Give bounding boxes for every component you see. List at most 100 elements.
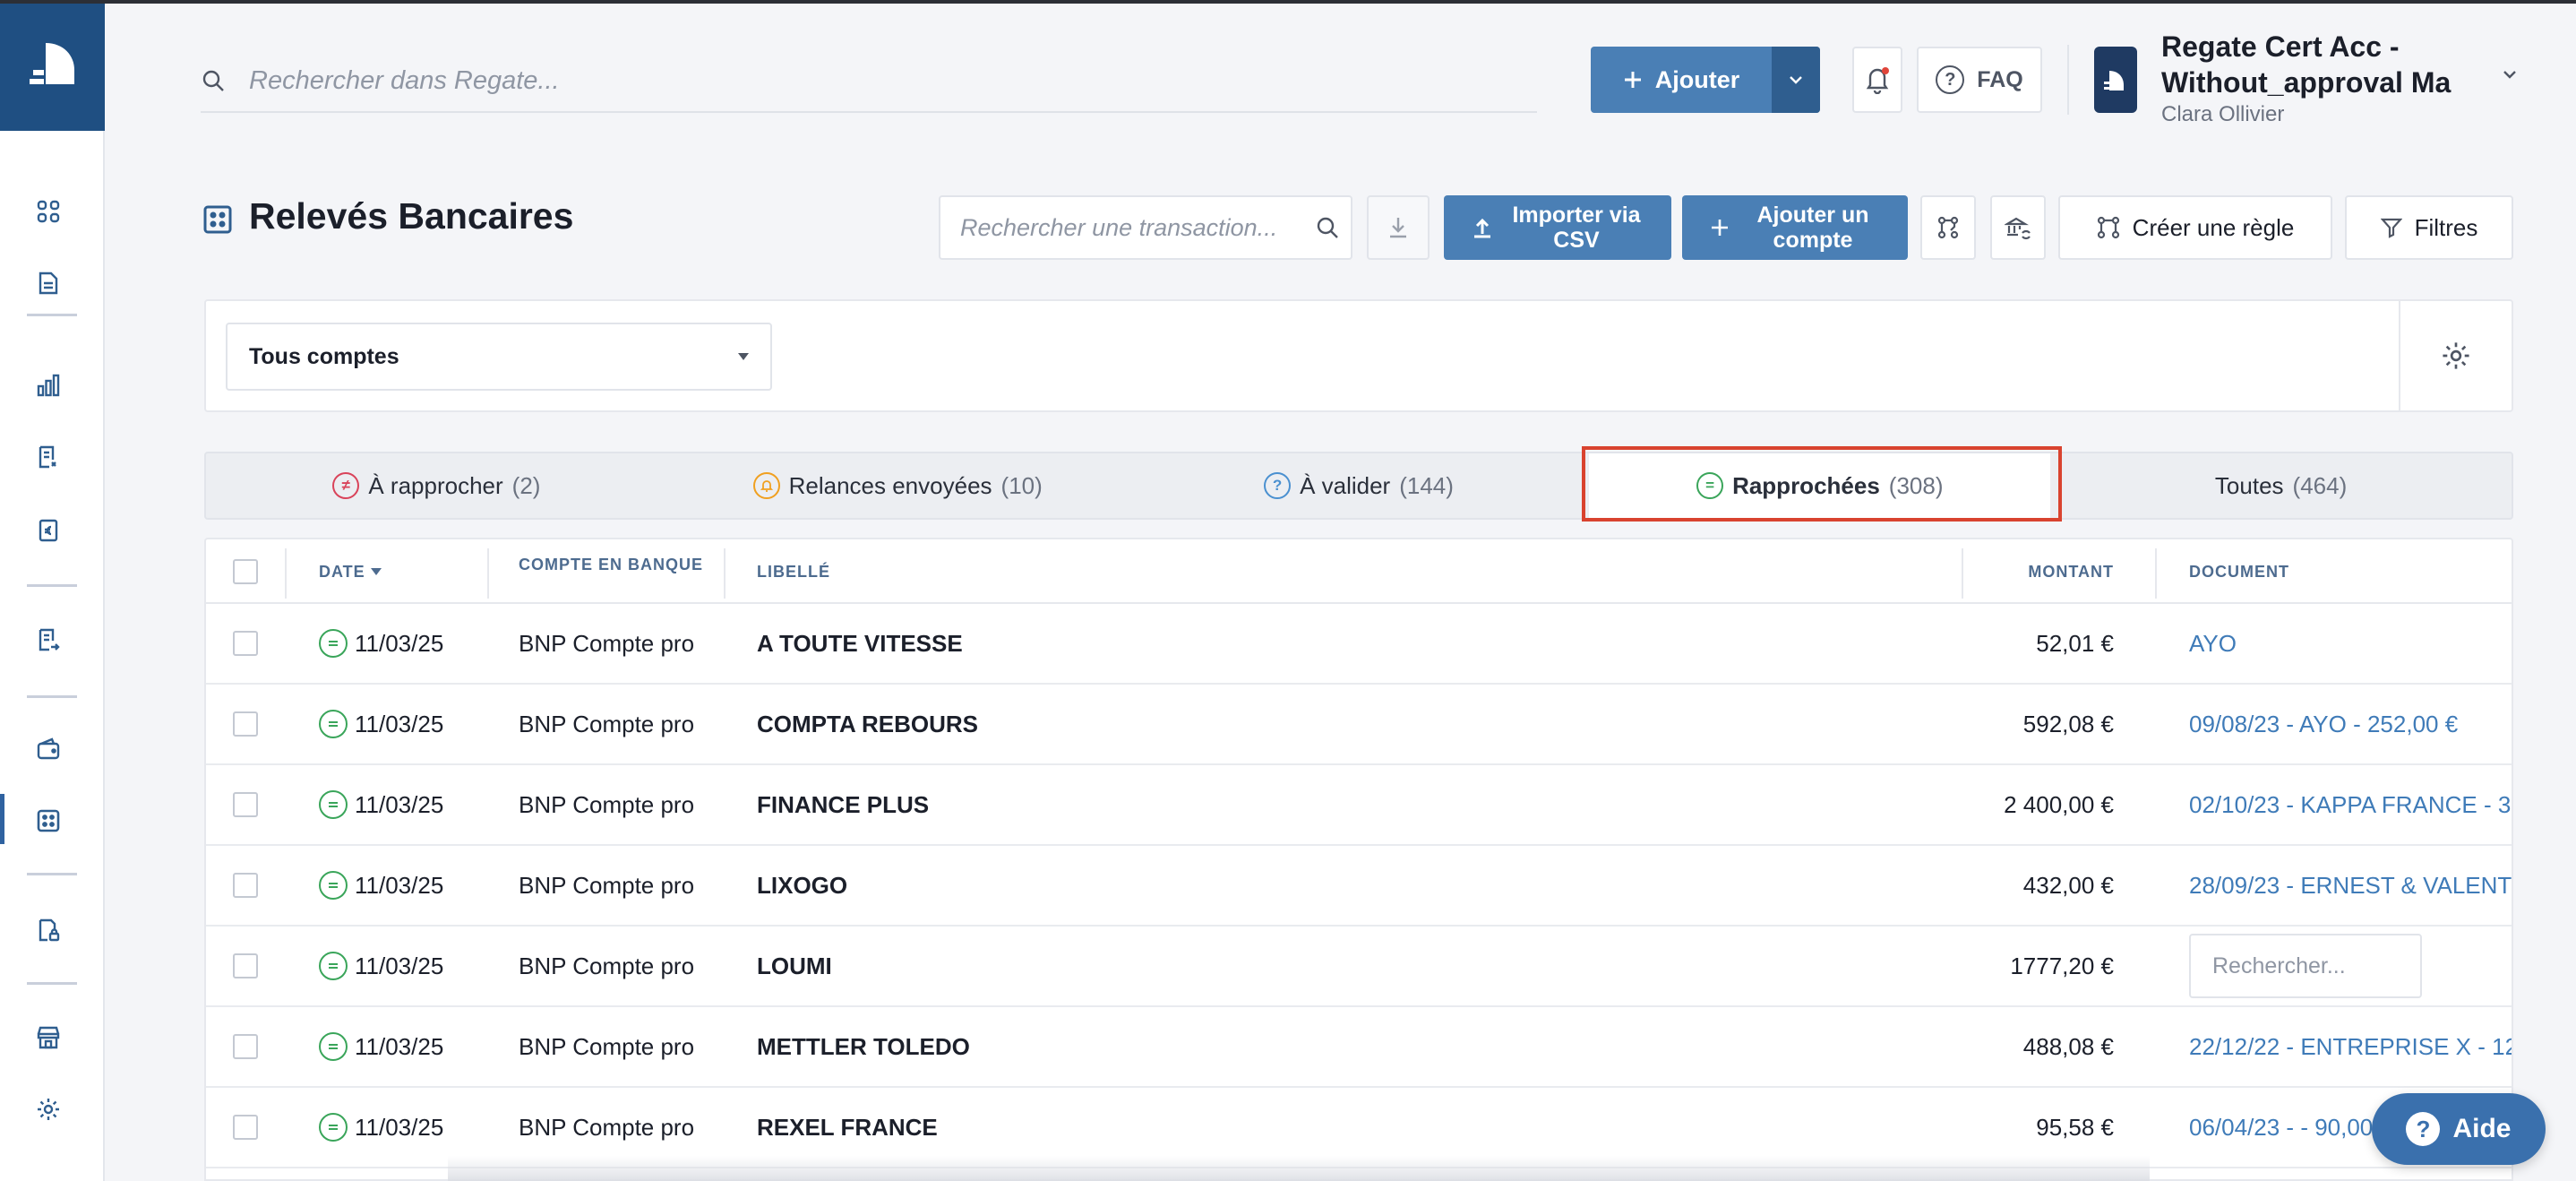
sidebar-divider (27, 314, 77, 316)
company-name[interactable]: Regate Cert Acc - Without_approval Ma (2161, 29, 2502, 100)
document-link[interactable]: 02/10/23 - KAPPA FRANCE - 30 (2189, 791, 2512, 819)
tab-to-validate[interactable]: ? À valider (144) (1129, 453, 1590, 518)
help-question-icon: ? (2406, 1112, 2441, 1146)
row-checkbox[interactable] (233, 1115, 258, 1140)
reconcile-rules-button[interactable] (1920, 195, 1976, 260)
amount-cell: 488,08 € (2022, 1032, 2114, 1060)
wallet-icon[interactable] (34, 735, 63, 763)
row-checkbox[interactable] (233, 792, 258, 817)
invoice-icon[interactable] (34, 443, 63, 471)
label-cell: A TOUTE VITESSE (757, 629, 963, 657)
table-settings-button[interactable] (2399, 301, 2512, 410)
row-checkbox[interactable] (233, 873, 258, 898)
help-button[interactable]: ? Aide (2372, 1093, 2546, 1165)
dashboard-icon[interactable] (34, 197, 63, 226)
store-icon[interactable] (34, 1023, 63, 1052)
account-cell: BNP Compte pro (519, 1113, 695, 1141)
column-date[interactable]: DATE (319, 539, 382, 604)
unmatched-icon: ≠ (332, 472, 360, 499)
status-tabs: ≠ À rapprocher (2) Relances envoyées (10… (204, 452, 2513, 520)
table-row[interactable]: 11/03/25 BNP Compte pro COMPTA REBOURS 5… (206, 685, 2512, 765)
document-link[interactable]: 09/08/23 - AYO - 252,00 € (2189, 711, 2458, 738)
receipt-icon[interactable] (34, 625, 63, 654)
filters-button[interactable]: Filtres (2345, 195, 2513, 260)
company-logo[interactable] (2094, 47, 2137, 113)
select-all-checkbox[interactable] (233, 559, 258, 584)
sync-bank-button[interactable] (1990, 195, 2046, 260)
document-lock-icon[interactable] (34, 916, 63, 944)
tab-label: Toutes (2214, 471, 2284, 499)
row-checkbox[interactable] (233, 1034, 258, 1059)
amount-cell: 592,08 € (2022, 710, 2114, 737)
row-checkbox[interactable] (233, 631, 258, 656)
plus-icon (1624, 72, 1641, 88)
document-link[interactable]: AYO (2189, 630, 2237, 658)
account-chevron-down-icon[interactable] (2503, 70, 2517, 79)
table-row[interactable]: 11/03/25 BNP Compte pro A TOUTE VITESSE … (206, 604, 2512, 685)
row-checkbox[interactable] (233, 953, 258, 978)
column-document[interactable]: DOCUMENT (2189, 539, 2289, 604)
tab-count: (2) (511, 471, 541, 499)
transaction-search[interactable]: Rechercher une transaction... (939, 195, 1352, 260)
transaction-search-input[interactable]: Rechercher une transaction... (960, 214, 1304, 242)
document-cell: 09/08/23 - AYO - 252,00 € (2189, 685, 2512, 763)
add-account-button[interactable]: Ajouter un compte (1682, 195, 1908, 260)
search-icon (202, 70, 224, 91)
table-row[interactable]: 11/03/25 BNP Compte pro LIXOGO 432,00 € … (206, 846, 2512, 927)
document-link[interactable]: 22/12/22 - ENTREPRISE X - 125, (2189, 1033, 2512, 1061)
document-cell: Rechercher... (2189, 927, 2512, 1005)
tab-count: (10) (1000, 471, 1043, 499)
tab-label: À valider (1300, 471, 1391, 499)
row-checkbox-cell (233, 846, 258, 925)
date-cell: 11/03/25 (319, 604, 443, 683)
table-row[interactable]: 11/03/25 BNP Compte pro FINANCE PLUS 2 4… (206, 765, 2512, 846)
tab-to-reconcile[interactable]: ≠ À rapprocher (2) (206, 453, 667, 518)
download-button[interactable] (1367, 195, 1430, 260)
settings-icon[interactable] (34, 1095, 63, 1124)
bar-chart-icon[interactable] (34, 371, 63, 400)
column-label[interactable]: LIBELLÉ (757, 539, 830, 604)
tab-reminders-sent[interactable]: Relances envoyées (10) (667, 453, 1129, 518)
label-cell: LIXOGO (757, 871, 848, 899)
tab-reconciled[interactable]: = Rapprochées (308) (1589, 453, 2051, 518)
column-amount[interactable]: MONTANT (1971, 539, 2114, 604)
create-rule-label: Créer une règle (2132, 213, 2295, 241)
date-value: 11/03/25 (355, 710, 444, 737)
global-search-input[interactable]: Rechercher dans Regate... (249, 66, 560, 96)
table-row[interactable]: 11/03/25 BNP Compte pro LOUMI 1777,20 € … (206, 927, 2512, 1007)
account-select[interactable]: Tous comptes (226, 323, 772, 391)
tab-count: (144) (1399, 471, 1454, 499)
document-link[interactable]: 28/09/23 - ERNEST & VALENTIN (2189, 872, 2512, 900)
tab-label: À rapprocher (368, 471, 503, 499)
euro-document-icon[interactable] (34, 516, 63, 545)
add-button-main[interactable]: Ajouter (1591, 66, 1772, 94)
import-csv-button[interactable]: Importer via CSV (1444, 195, 1671, 260)
create-rule-button[interactable]: Créer une règle (2058, 195, 2332, 260)
date-value: 11/03/25 (355, 1113, 444, 1141)
document-icon[interactable] (34, 269, 63, 297)
faq-button[interactable]: ? FAQ (1917, 47, 2042, 113)
column-account[interactable]: COMPTE EN BANQUE (519, 539, 703, 597)
row-checkbox-cell (233, 765, 258, 844)
global-search[interactable]: Rechercher dans Regate... (201, 50, 1537, 113)
notifications-button[interactable] (1852, 47, 1902, 113)
tab-all[interactable]: Toutes (464) (2050, 453, 2512, 518)
tab-label: Relances envoyées (788, 471, 992, 499)
table-row[interactable]: 11/03/25 BNP Compte pro METTLER TOLEDO 4… (206, 1007, 2512, 1088)
document-link[interactable]: 06/04/23 - - 90,00 (2189, 1114, 2373, 1142)
label-cell: FINANCE PLUS (757, 790, 930, 818)
matched-icon (319, 952, 348, 980)
document-cell: 02/10/23 - KAPPA FRANCE - 30 (2189, 765, 2512, 844)
sidebar-divider (27, 584, 77, 587)
document-search-input[interactable]: Rechercher... (2189, 934, 2422, 998)
add-button[interactable]: Ajouter (1591, 47, 1820, 113)
faq-label: FAQ (1977, 66, 2023, 92)
bell-icon (752, 472, 780, 499)
bank-statements-icon[interactable] (34, 806, 63, 835)
date-value: 11/03/25 (355, 952, 444, 979)
bank-statements-title-icon (203, 205, 232, 234)
row-checkbox[interactable] (233, 711, 258, 737)
add-dropdown-toggle[interactable] (1772, 47, 1820, 113)
regate-logo[interactable] (0, 4, 105, 131)
sidebar-divider (27, 695, 77, 698)
